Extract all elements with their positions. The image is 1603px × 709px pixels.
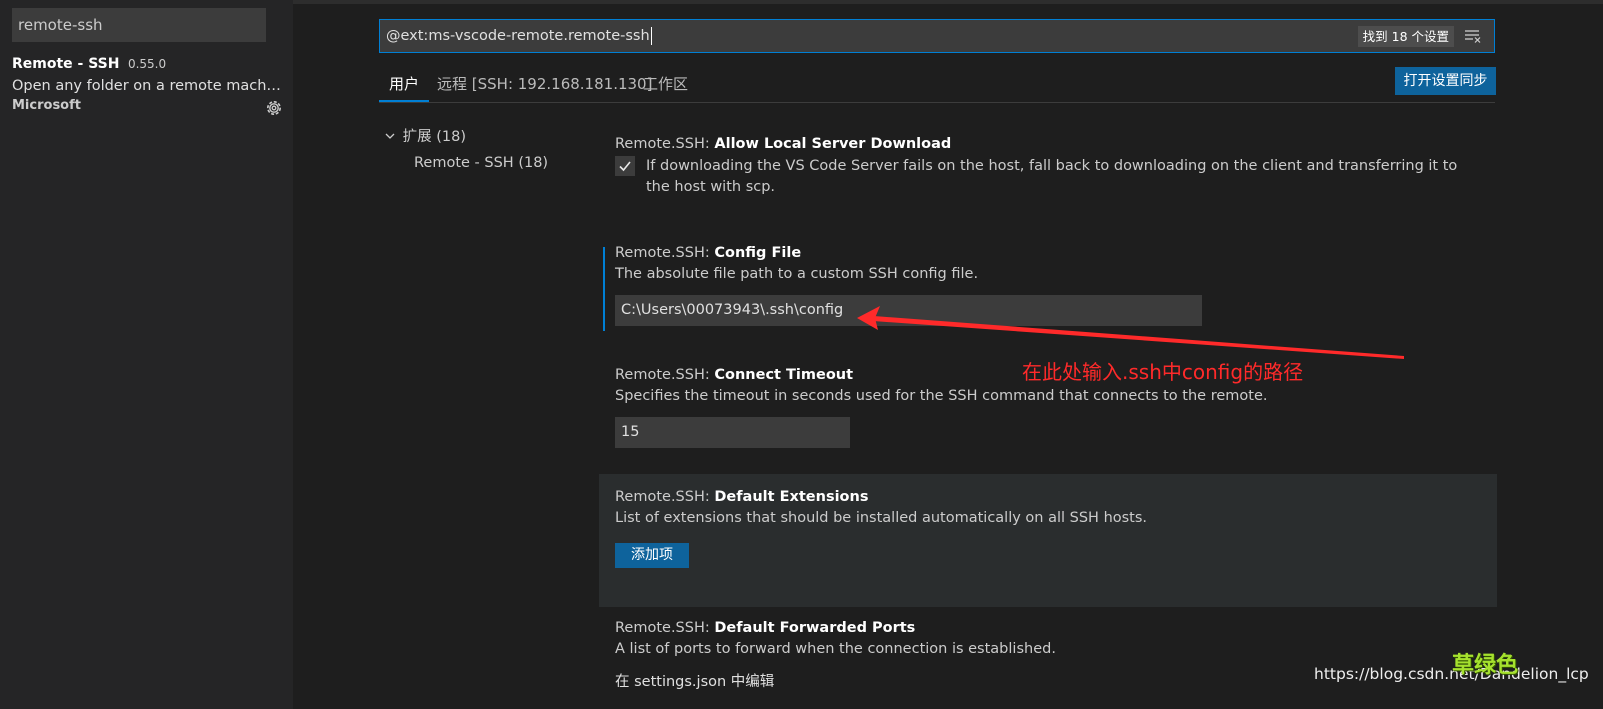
watermark-logo: 草绿色 [1452, 653, 1519, 678]
annotation-text: 在此处输入.ssh中config的路径 [1022, 360, 1304, 384]
annotation-arrow [857, 306, 1404, 359]
